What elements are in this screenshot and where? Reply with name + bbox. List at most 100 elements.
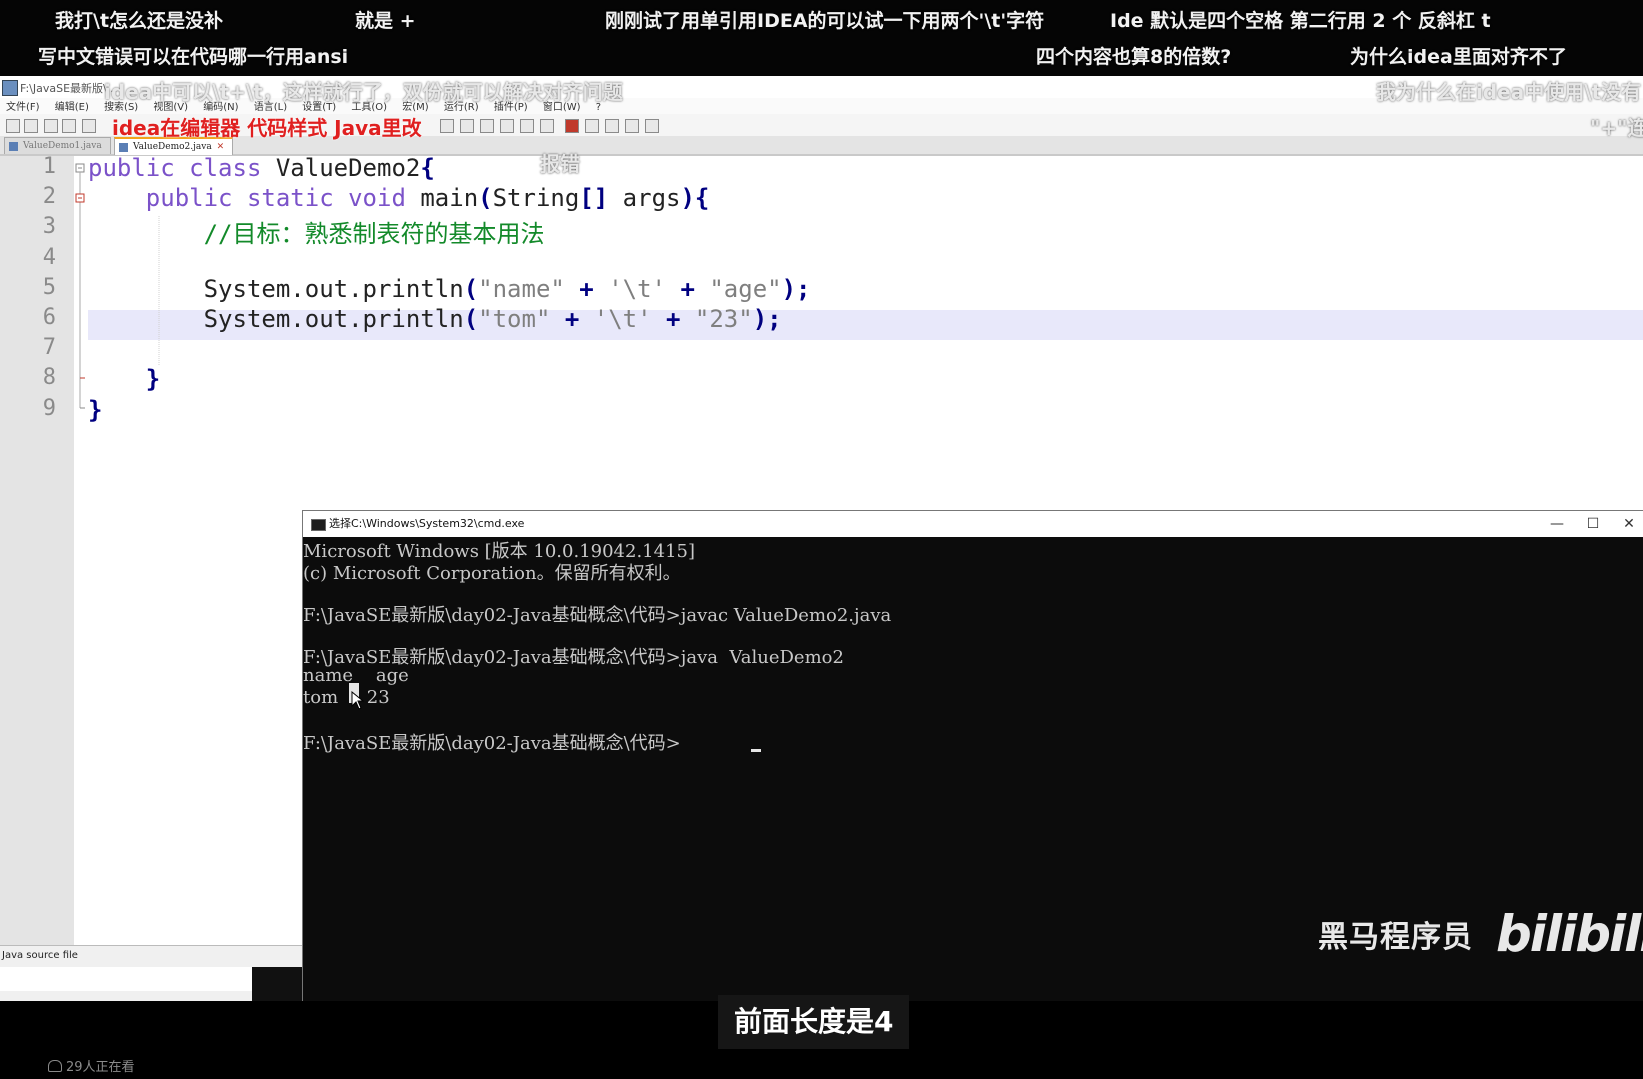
- operator: }: [88, 396, 103, 424]
- monitor-icon[interactable]: [540, 119, 554, 133]
- record-macro-icon[interactable]: [565, 119, 579, 133]
- operator: (: [463, 275, 479, 303]
- char-literal: '\t': [608, 275, 666, 303]
- subtitle: 前面长度是4: [718, 995, 910, 1049]
- cmd-icon: [311, 519, 326, 531]
- close-button[interactable]: ✕: [1611, 511, 1643, 537]
- blinking-cursor: [751, 749, 761, 752]
- menu-file[interactable]: 文件(F): [6, 98, 40, 113]
- code-line-6: System.out.println("tom" + '\t' + "23");: [88, 305, 782, 333]
- menu-edit[interactable]: 编辑(E): [55, 98, 89, 113]
- danmaku-comment: 刚刚试了用单引用IDEA的可以试一下用两个'\t'字符: [605, 10, 1045, 32]
- danmaku-comment: 我为什么在idea中使用\t没有: [1376, 80, 1642, 104]
- bilibili-logo: bilibili: [1496, 905, 1643, 963]
- identifier: main: [405, 184, 479, 212]
- viewer-count: 29人正在看: [48, 1056, 135, 1075]
- stop-macro-icon[interactable]: [585, 119, 599, 133]
- line-number: 9: [42, 396, 56, 421]
- code-line-9: }: [88, 396, 102, 424]
- save-icon[interactable]: [44, 119, 58, 133]
- fold-markers: [75, 163, 85, 409]
- line-number: 5: [42, 275, 56, 300]
- headphones-icon: [48, 1060, 62, 1072]
- comment: //目标：熟悉制表符的基本用法: [203, 220, 545, 248]
- danmaku-comment: 四个内容也算8的倍数?: [1036, 46, 1232, 68]
- identifier: ValueDemo2: [261, 154, 421, 182]
- danmaku-comment: 我打\t怎么还是没补: [55, 10, 224, 32]
- operator: []: [579, 184, 609, 212]
- line-number-gutter: 1 2 3 4 5 6 7 8 9: [0, 154, 75, 946]
- new-file-icon[interactable]: [6, 119, 20, 133]
- save-all-icon[interactable]: [62, 119, 76, 133]
- show-all-chars-icon[interactable]: [460, 119, 474, 133]
- line-number: 4: [42, 245, 56, 270]
- console-prompt: F:\JavaSE最新版\day02-Java基础概念\代码>: [303, 733, 681, 754]
- danmaku-bar: 我打\t怎么还是没补 就是 + 刚刚试了用单引用IDEA的可以试一下用两个'\t…: [0, 0, 1643, 76]
- line-number: 1: [42, 154, 56, 179]
- app-icon: [2, 80, 18, 96]
- close-file-icon[interactable]: [82, 119, 96, 133]
- danmaku-comment: Ide 默认是四个空格 第二行用 2 个 反斜杠 t: [1110, 10, 1491, 32]
- line-number: 8: [42, 365, 56, 390]
- word-wrap-icon[interactable]: [440, 119, 454, 133]
- danmaku-comment: 报错: [540, 152, 580, 176]
- identifier: String: [492, 184, 580, 212]
- cmd-title-bar: 选择C:\Windows\System32\cmd.exe — ☐ ✕: [303, 511, 1643, 537]
- operator: }: [145, 365, 161, 393]
- line-number: 3: [42, 214, 56, 239]
- identifier: args: [608, 184, 681, 212]
- operator: +: [564, 275, 609, 303]
- mouse-pointer-icon: [351, 691, 365, 710]
- close-tab-icon[interactable]: ✕: [217, 142, 225, 152]
- function-list-icon[interactable]: [520, 119, 534, 133]
- code-line-2: public static void main(String[] args){: [88, 184, 710, 212]
- indent-guide-icon[interactable]: [480, 119, 494, 133]
- editor-title: F:\JavaSE最新版\...: [20, 82, 118, 95]
- line-number: 2: [42, 184, 56, 209]
- console-line: tom 23: [303, 687, 390, 708]
- console-line: (c) Microsoft Corporation。保留所有权利。: [303, 563, 681, 584]
- danmaku-comment: 为什么idea里面对齐不了: [1350, 46, 1567, 68]
- operator: );: [781, 275, 811, 303]
- operator: +: [666, 275, 710, 303]
- danmaku-comment: idea中可以\t+\t，这样就行了，双份就可以解决对齐问题: [104, 80, 623, 104]
- line-number: 6: [42, 305, 56, 330]
- operator: (: [478, 184, 493, 212]
- operator: (: [463, 305, 479, 333]
- keyword: class: [189, 154, 262, 182]
- string-literal: "tom": [478, 305, 551, 333]
- console-line: F:\JavaSE最新版\day02-Java基础概念\代码>javac Val…: [303, 605, 892, 626]
- operator: +: [550, 305, 594, 333]
- line-number: 7: [42, 335, 56, 360]
- status-bar-fill: [0, 967, 252, 991]
- identifier: System.out.println: [203, 305, 464, 333]
- status-bar: Java source file: [0, 945, 302, 966]
- run-macro-multiple-icon[interactable]: [625, 119, 639, 133]
- keyword: public: [88, 154, 175, 182]
- tab-label: ValueDemo1.java: [23, 141, 102, 151]
- identifier: System.out.println: [203, 275, 464, 303]
- danmaku-comment: "+"连: [1590, 116, 1643, 140]
- string-literal: "name": [478, 275, 565, 303]
- open-file-icon[interactable]: [24, 119, 38, 133]
- tab-valuedemo1[interactable]: ValueDemo1.java: [4, 137, 111, 154]
- danmaku-comment: 就是 +: [355, 10, 416, 32]
- danmaku-comment: 写中文错误可以在代码哪一行用ansi: [38, 46, 349, 68]
- string-literal: "23": [694, 305, 753, 333]
- tab-label: ValueDemo2.java: [133, 142, 212, 152]
- keyword: static: [246, 184, 334, 212]
- code-line-3: //目标：熟悉制表符的基本用法: [88, 214, 545, 249]
- viewer-count-text: 29人正在看: [66, 1060, 135, 1075]
- maximize-button[interactable]: ☐: [1575, 511, 1611, 537]
- char-literal: '\t': [593, 305, 652, 333]
- brand-watermark: 黑马程序员: [1318, 920, 1473, 955]
- file-icon: [9, 142, 18, 151]
- keyword: public: [145, 184, 233, 212]
- play-macro-icon[interactable]: [605, 119, 619, 133]
- danmaku-comment: idea在编辑器 代码样式 Java里改: [112, 116, 422, 140]
- save-macro-icon[interactable]: [645, 119, 659, 133]
- operator: {: [420, 154, 435, 182]
- doc-map-icon[interactable]: [500, 119, 514, 133]
- minimize-button[interactable]: —: [1539, 511, 1575, 537]
- taskbar-fragment: [252, 967, 302, 1001]
